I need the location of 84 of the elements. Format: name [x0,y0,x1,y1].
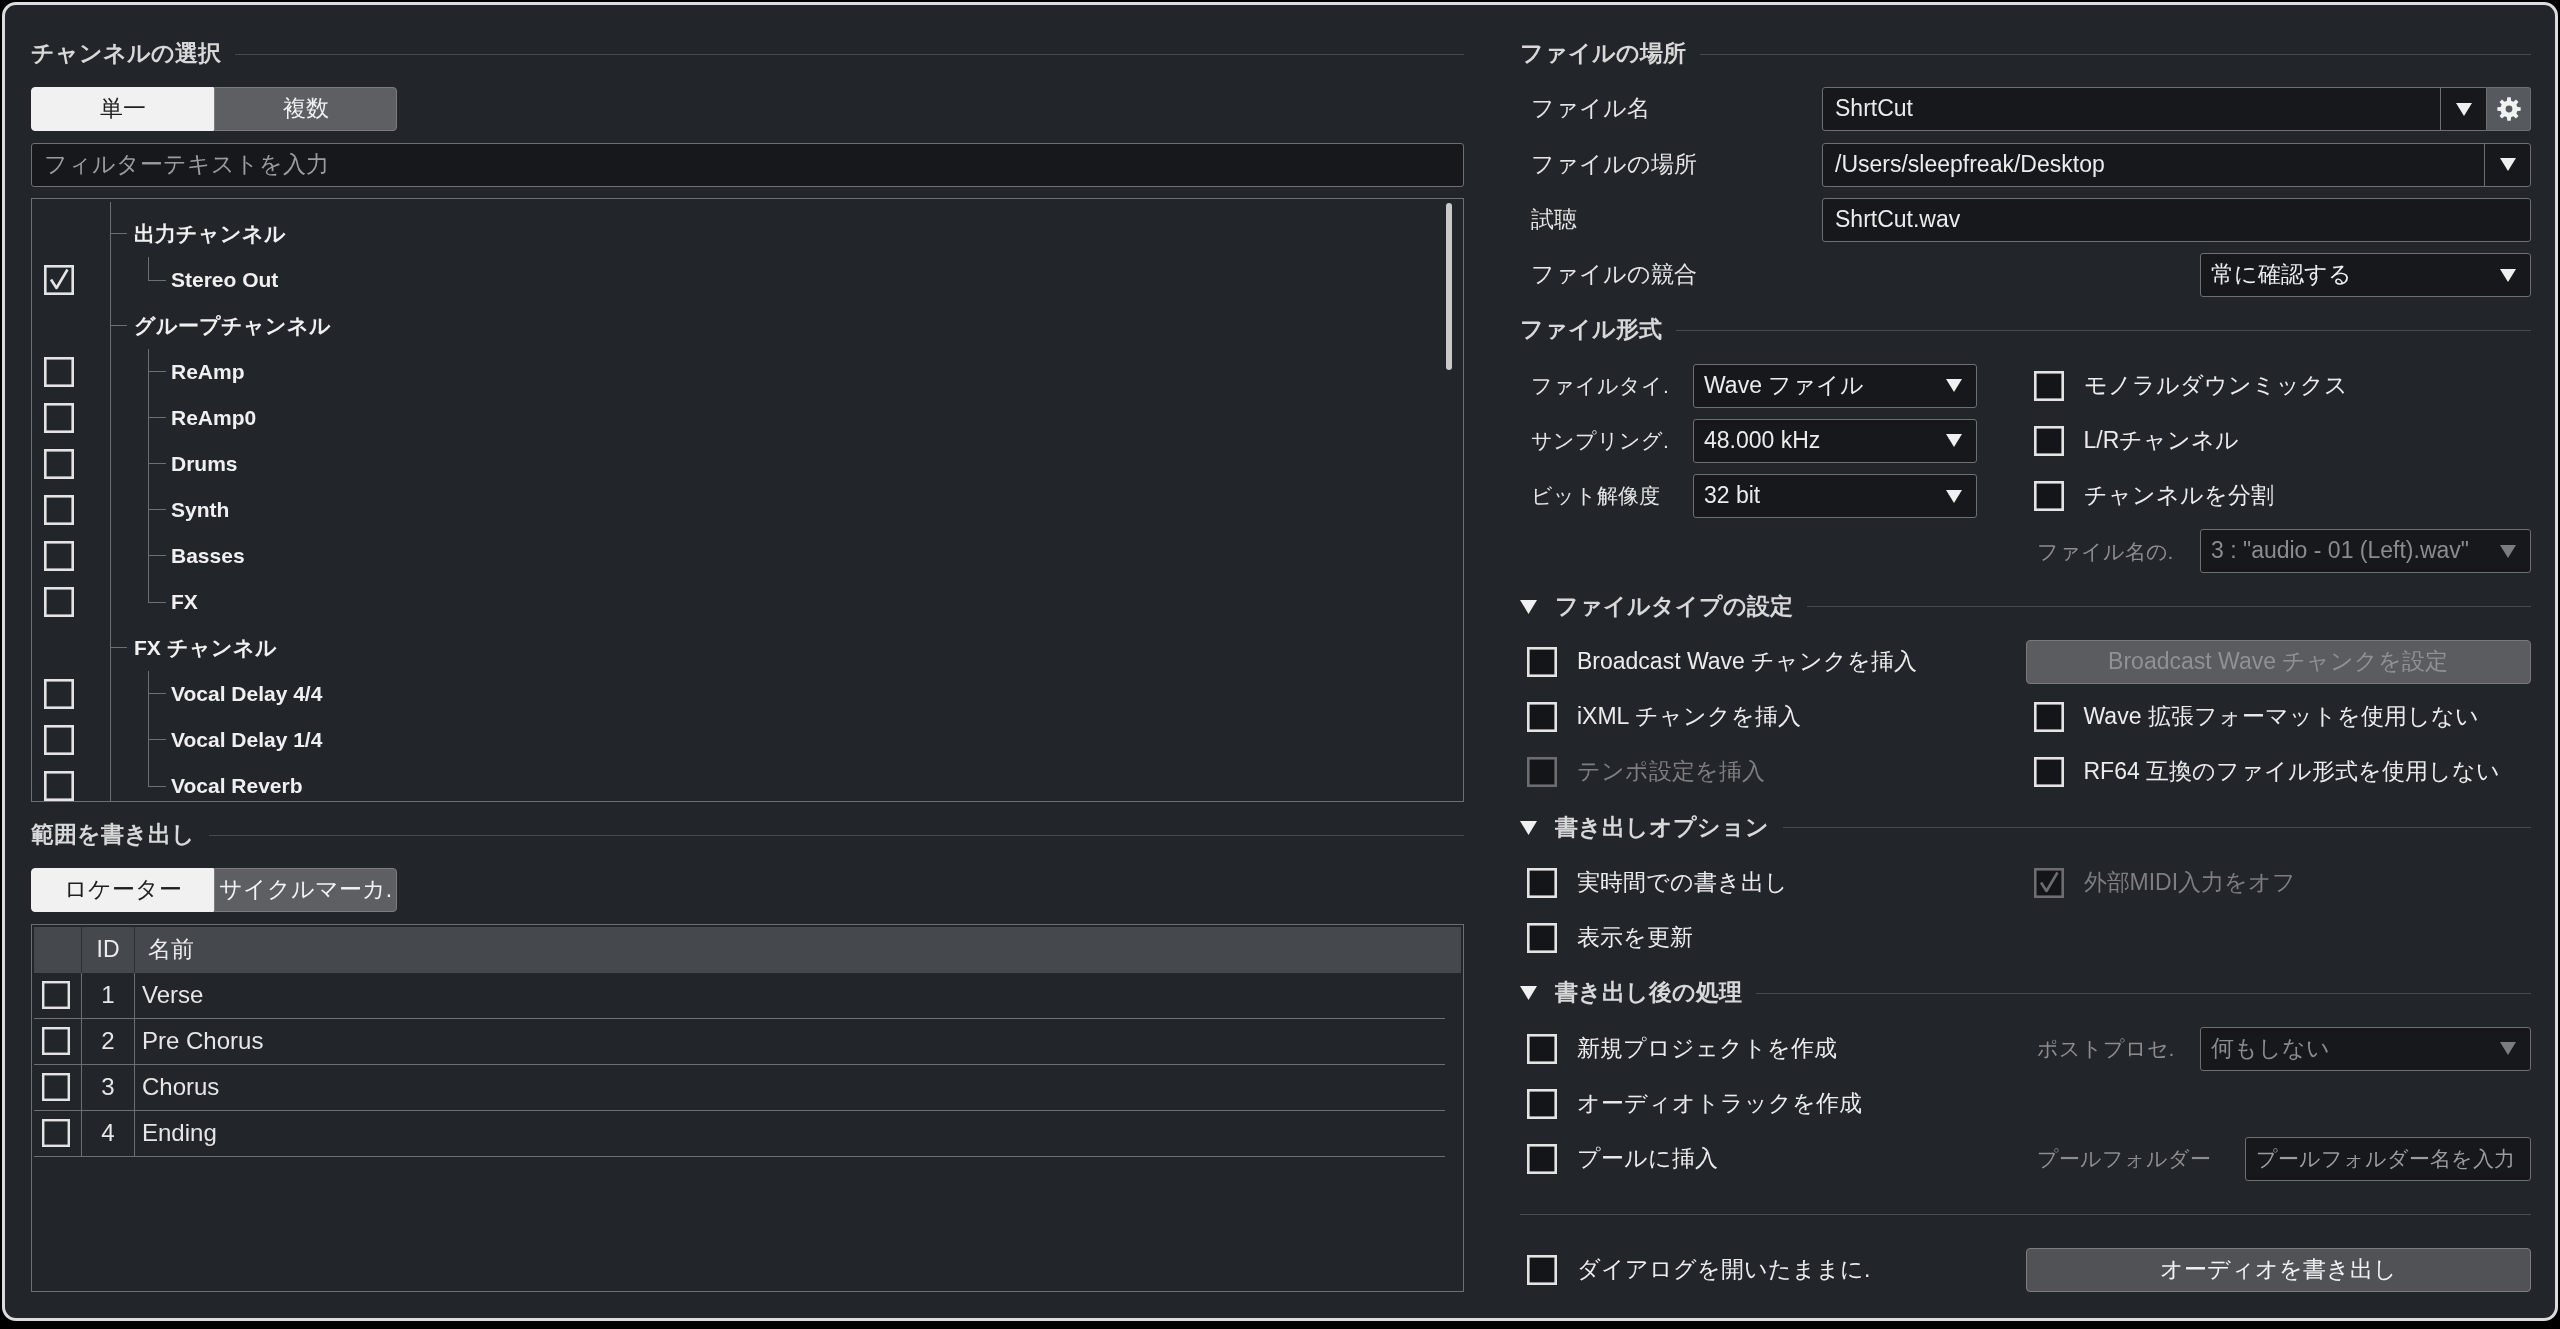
scrollbar[interactable] [1446,202,1452,370]
tree-group-label[interactable]: FX チャンネル [134,635,277,661]
filter-field[interactable]: フィルターテキストを入力 [31,142,1464,187]
table-cell: 4 [82,1110,135,1156]
tree-line [111,325,127,327]
tree-item-label[interactable]: Vocal Delay 4/4 [171,681,323,707]
option-label[interactable]: 新規プロジェクトを作成 [1577,1034,1837,1063]
table-cell: 3 [82,1064,135,1110]
tree-item-label[interactable]: FX [171,589,198,615]
section-title: チャンネルの選択 [31,40,221,68]
tree-item-label[interactable]: Vocal Reverb [171,773,303,799]
section-title: ファイルの場所 [1520,40,1686,68]
text-field[interactable]: ShrtCut.wav [1822,197,2531,242]
field-label: ファイルの競合 [1530,261,1698,289]
option-label[interactable]: プールに挿入 [1577,1145,1718,1173]
field-label: サンプリング. [1530,428,1670,454]
tree-item-label[interactable]: ReAmp [171,359,245,385]
table-cell-text: Ending [141,1117,218,1148]
column-header[interactable]: ID [82,926,135,973]
caret-icon [2500,544,2516,558]
option-label[interactable]: ダイアログを開いたままに. [1577,1255,1871,1284]
table-cell: 2 [82,1018,135,1064]
dropdown[interactable]: 48.000 kHz [1693,418,1977,463]
option-label[interactable]: 表示を更新 [1577,924,1693,952]
tree-item-label[interactable]: ReAmp0 [171,405,257,431]
option-label[interactable]: RF64 互換のファイル形式を使用しない [2083,758,2501,787]
field-label: プールフォルダー [2035,1146,2212,1172]
dropdown[interactable]: 32 bit [1693,474,1977,518]
combo-box[interactable]: /Users/sleepfreak/Desktop [1822,142,2531,187]
table-cell-text: Verse [141,979,205,1010]
field-label: ファイル名の. [2035,538,2175,564]
caret-icon [1946,379,1962,392]
caret-icon[interactable] [1520,820,1537,835]
caret-icon[interactable] [1520,986,1537,1001]
field-label: 試聴 [1530,205,1578,234]
option-label[interactable]: チャンネルを分割 [2083,482,2274,510]
tree-line [148,256,166,281]
combo-box[interactable]: ShrtCut [1822,87,2487,132]
settings-button[interactable] [2487,87,2531,132]
tree-item-label[interactable]: Drums [171,451,238,477]
section-title: 書き出し後の処理 [1555,979,1742,1008]
field-label: ファイルの場所 [1530,150,1698,179]
tree-item-label[interactable]: Vocal Delay 1/4 [171,727,323,753]
section-title: ファイルタイプの設定 [1555,592,1793,621]
segment-button[interactable]: サイクルマーカ. [214,868,397,913]
tree-group-label[interactable]: グループチャンネル [134,313,331,339]
option-label[interactable]: Broadcast Wave チャンクを挿入 [1577,647,1918,676]
table-cell-text: Pre Chorus [141,1025,265,1056]
section-title: 書き出しオプション [1555,813,1769,842]
tree-group-label[interactable]: 出力チャンネル [134,221,286,247]
segment-button[interactable]: 単一 [31,87,214,132]
caret-icon[interactable] [1520,599,1537,614]
field-label: ファイル名 [1530,95,1651,124]
dropdown[interactable]: 常に確認する [2200,253,2531,297]
option-label[interactable]: L/Rチャンネル [2083,426,2240,455]
table-cell-text: Chorus [141,1071,221,1102]
caret-icon [1946,434,1962,448]
option-label[interactable]: Wave 拡張フォーマットを使用しない [2083,703,2479,731]
gear-icon [2496,97,2521,122]
option-label[interactable]: 実時間での書き出し [1577,868,1788,897]
field-label: ビット解像度 [1530,483,1661,509]
caret-icon [2455,102,2472,116]
caret-icon [2499,158,2516,171]
tree-line [111,647,127,649]
option-label[interactable]: モノラルダウンミックス [2083,371,2348,400]
table-cell: 1 [82,972,135,1018]
column-header[interactable]: 名前 [135,926,1461,973]
section-title: ファイル形式 [1520,316,1662,345]
tree-item-label[interactable]: Stereo Out [171,267,279,293]
option-label[interactable]: iXML チャンクを挿入 [1577,703,1801,731]
option-label[interactable]: オーディオトラックを作成 [1577,1089,1862,1118]
caret-icon [2500,1042,2516,1055]
action-button[interactable]: オーディオを書き出し [2025,1247,2531,1292]
tree-item-label[interactable]: Basses [171,543,245,569]
segment-button[interactable]: ロケーター [31,868,214,913]
field-label: ファイルタイ. [1530,372,1670,399]
section-title: 範囲を書き出し [31,821,195,849]
dropdown[interactable]: Wave ファイル [1693,363,1977,408]
tree-line [111,233,127,235]
field-label: ポストプロセ. [2035,1035,2176,1062]
segment-button[interactable]: 複数 [214,87,397,132]
caret-icon [1946,489,1962,503]
tree-item-label[interactable]: Synth [171,497,230,523]
caret-icon [2500,268,2516,282]
